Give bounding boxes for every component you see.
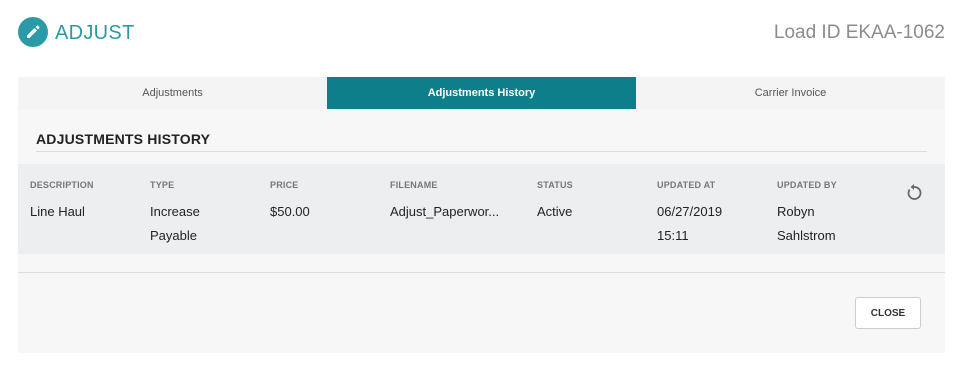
modal-title: ADJUST xyxy=(55,22,135,44)
tab-adjustments[interactable]: Adjustments xyxy=(18,77,327,109)
price-cell: PRICE $50.00 xyxy=(270,180,310,224)
close-button[interactable]: CLOSE xyxy=(855,297,921,329)
column-header-description: DESCRIPTION xyxy=(30,180,94,190)
updated-at-cell: UPDATED AT 06/27/2019 15:11 xyxy=(657,180,722,248)
footer-divider xyxy=(18,272,945,273)
column-header-type: TYPE xyxy=(150,180,175,190)
updated-by-value: Robyn Sahlstrom xyxy=(777,204,836,243)
updated-at-value: 06/27/2019 15:11 xyxy=(657,204,723,243)
column-header-filename: FILENAME xyxy=(390,180,438,190)
type-cell: TYPE Increase Payable xyxy=(150,180,200,248)
section-title: ADJUSTMENTS HISTORY xyxy=(36,131,211,147)
price-value: $50.00 xyxy=(270,204,310,219)
filename-link[interactable]: Adjust_Paperwor... xyxy=(390,200,499,224)
tab-bar: Adjustments Adjustments History Carrier … xyxy=(18,77,945,109)
pencil-icon xyxy=(18,17,48,47)
tab-carrier-invoice[interactable]: Carrier Invoice xyxy=(636,77,945,109)
updated-by-cell: UPDATED BY Robyn Sahlstrom xyxy=(777,180,837,248)
history-panel: ADJUSTMENTS HISTORY DESCRIPTION Line Hau… xyxy=(18,109,945,353)
tab-adjustments-history[interactable]: Adjustments History xyxy=(327,77,636,109)
load-id-label: Load ID EKAA-1062 xyxy=(773,22,945,43)
section-divider xyxy=(36,151,927,152)
description-cell: DESCRIPTION Line Haul xyxy=(30,180,94,224)
column-header-updated-by: UPDATED BY xyxy=(777,180,837,190)
modal-header: ADJUST Load ID EKAA-1062 xyxy=(0,0,962,70)
table-row: DESCRIPTION Line Haul TYPE Increase Paya… xyxy=(18,164,945,254)
undo-icon[interactable] xyxy=(903,182,925,204)
status-cell: STATUS Active xyxy=(537,180,573,224)
type-value: Increase Payable xyxy=(150,204,200,243)
status-value: Active xyxy=(537,204,573,219)
column-header-status: STATUS xyxy=(537,180,573,190)
column-header-price: PRICE xyxy=(270,180,299,190)
filename-cell: FILENAME Adjust_Paperwor... xyxy=(390,180,499,224)
description-value: Line Haul xyxy=(30,204,85,219)
column-header-updated-at: UPDATED AT xyxy=(657,180,716,190)
